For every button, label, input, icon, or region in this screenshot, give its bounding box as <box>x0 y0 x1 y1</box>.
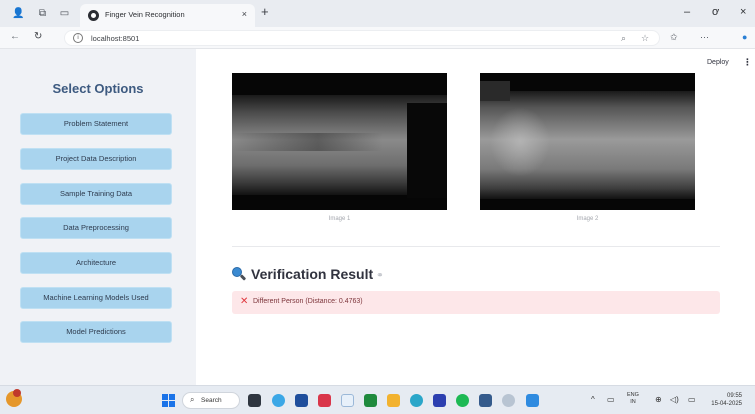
site-info-icon[interactable]: i <box>73 33 83 43</box>
app-icon-steel[interactable] <box>479 394 492 407</box>
app-icon-navy[interactable] <box>433 394 446 407</box>
taskbar-clock[interactable]: 09:55 15-04-2025 <box>706 392 742 408</box>
window-close-button[interactable]: × <box>740 6 746 18</box>
browser-tab[interactable]: Finger Vein Recognition × <box>80 4 255 27</box>
browser-address-bar: ← ↻ i localhost:8501 ⌕ ☆ ✩ ··· ● <box>0 27 755 49</box>
deploy-button[interactable]: Deploy <box>707 59 729 66</box>
sidebar-title: Select Options <box>52 81 144 96</box>
favorite-star-icon[interactable]: ☆ <box>641 33 649 44</box>
task-view-icon[interactable] <box>248 394 261 407</box>
favorites-bar-icon[interactable]: ✩ <box>670 32 678 43</box>
tab-close-icon[interactable]: × <box>242 9 247 19</box>
finger-vein-image-2 <box>480 73 695 210</box>
app-icon-teal[interactable] <box>410 394 423 407</box>
finger-vein-image-1 <box>232 73 447 210</box>
architecture-button[interactable]: Architecture <box>20 252 172 274</box>
volume-icon[interactable]: ◁) <box>670 395 679 404</box>
app-icon-light[interactable] <box>341 394 354 407</box>
zoom-icon[interactable]: ⌕ <box>621 33 626 44</box>
main-content: Deploy ⋮ Image 1 Image 2 Verification Re… <box>196 49 755 385</box>
image-2-caption: Image 2 <box>576 216 599 222</box>
network-icon[interactable]: ⊕ <box>655 395 662 404</box>
tray-keyboard-icon[interactable]: ▭ <box>607 395 615 404</box>
tab-favicon-icon <box>88 10 99 21</box>
extensions-icon[interactable]: ⧉ <box>36 7 49 20</box>
search-label: Search <box>201 397 222 404</box>
verification-result-title: Verification Result <box>251 266 374 282</box>
settings-gear-icon[interactable] <box>502 394 515 407</box>
browser-tab-bar: 👤 ⧉ ▭ Finger Vein Recognition × + – ơ × <box>0 0 755 27</box>
weather-icon[interactable] <box>6 389 22 407</box>
back-icon[interactable]: ← <box>10 31 20 42</box>
alert-text: Different Person (Distance: 0.4763) <box>253 298 363 305</box>
problem-statement-button[interactable]: Problem Statement <box>20 113 172 135</box>
url-text: localhost:8501 <box>91 34 140 43</box>
vscode-icon[interactable] <box>526 394 539 407</box>
sidebar: Select Options Problem Statement Project… <box>0 49 196 385</box>
result-alert: ✕ Different Person (Distance: 0.4763) <box>232 291 720 314</box>
copilot-icon[interactable]: ● <box>742 32 747 42</box>
file-explorer-icon[interactable] <box>387 394 400 407</box>
data-preprocessing-button[interactable]: Data Preprocessing <box>20 217 172 239</box>
reload-icon[interactable]: ↻ <box>34 31 42 42</box>
language-indicator[interactable]: ENG IN <box>627 392 639 406</box>
tray-chevron-icon[interactable]: ^ <box>591 395 595 404</box>
url-field[interactable]: i localhost:8501 ⌕ ☆ <box>64 30 660 46</box>
profile-icon[interactable]: 👤 <box>12 7 25 20</box>
taskbar: ⌕ Search ^ ▭ ENG IN ⊕ ◁) ▭ 09:55 15-04-2… <box>0 385 755 414</box>
section-divider <box>232 246 720 247</box>
more-menu-icon[interactable]: ··· <box>700 32 709 42</box>
verification-result-heading: Verification Result ⚭ <box>232 266 384 282</box>
app-icon-red[interactable] <box>318 394 331 407</box>
magnifier-icon <box>232 267 247 281</box>
battery-icon[interactable]: ▭ <box>688 395 696 404</box>
model-predictions-button[interactable]: Model Predictions <box>20 321 172 343</box>
search-icon: ⌕ <box>190 395 195 404</box>
image-1-caption: Image 1 <box>328 216 351 222</box>
sample-training-data-button[interactable]: Sample Training Data <box>20 183 172 205</box>
edge-browser-icon[interactable] <box>272 394 285 407</box>
tab-title: Finger Vein Recognition <box>105 10 185 19</box>
app-icon-green[interactable] <box>364 394 377 407</box>
new-tab-button[interactable]: + <box>261 5 269 19</box>
cross-mark-icon: ✕ <box>240 296 249 307</box>
window-maximize-button[interactable]: ơ <box>712 6 719 18</box>
link-icon[interactable]: ⚭ <box>376 270 384 281</box>
spotify-icon[interactable] <box>456 394 469 407</box>
start-button[interactable] <box>162 394 175 407</box>
main-menu-icon[interactable]: ⋮ <box>743 57 752 68</box>
window-minimize-button[interactable]: – <box>684 6 690 18</box>
machine-learning-models-used-button[interactable]: Machine Learning Models Used <box>20 287 172 309</box>
taskbar-search[interactable]: ⌕ Search <box>182 392 240 409</box>
app-icon-blue[interactable] <box>295 394 308 407</box>
tab-actions-icon[interactable]: ▭ <box>58 7 71 20</box>
project-data-description-button[interactable]: Project Data Description <box>20 148 172 170</box>
